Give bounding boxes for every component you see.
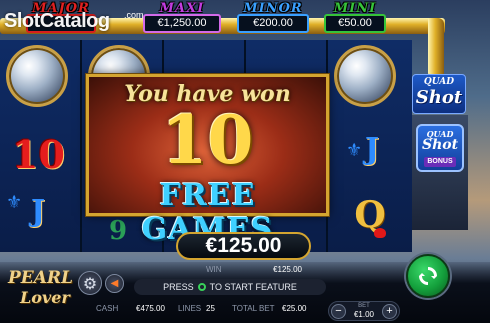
quad-shot-bonus-button[interactable]: QUAD Shot BONUS	[416, 124, 464, 172]
jackpot-minor-value: €200.00	[237, 14, 309, 33]
jackpot-mini-value: €50.00	[324, 14, 386, 33]
quad-shot-bonus-label: BONUS	[424, 157, 456, 167]
watermark-suffix: .com	[124, 10, 144, 20]
cash-label: CASH	[96, 304, 119, 313]
ten-symbol: 10	[12, 132, 65, 177]
free-games-popup: You have won 10 FREE GAMES	[86, 74, 329, 247]
speaker-icon: ◀	[110, 278, 119, 289]
popup-free-games-count: 10	[161, 101, 254, 179]
sound-button[interactable]: ◀	[105, 274, 124, 293]
jackpot-maxi: MAXI €1,250.00	[143, 1, 221, 33]
pearl-symbol	[334, 45, 396, 107]
jackpot-mini: MINI €50.00	[324, 1, 386, 33]
start-feature-prompt[interactable]: PRESS TO START FEATURE	[134, 279, 326, 295]
cash-value: €475.00	[136, 304, 165, 313]
bet-increase-button[interactable]: +	[382, 304, 397, 319]
queen-symbol: Q	[354, 194, 386, 236]
game-logo: PEARL Lover	[6, 264, 78, 312]
jackpot-maxi-value: €1,250.00	[143, 14, 221, 33]
pearl-symbol	[6, 45, 68, 107]
quad-shot-logo-top: QUAD	[423, 77, 455, 87]
start-ring-icon	[197, 283, 206, 291]
quad-shot-logo: QUAD Shot	[412, 74, 466, 114]
win-label: WIN	[206, 265, 222, 274]
lines-label: LINES	[178, 304, 202, 313]
bet-selector: − BET €1.00 +	[328, 301, 400, 321]
total-win-display: €125.00	[176, 232, 311, 260]
jack-symbol: J	[364, 132, 380, 167]
gear-icon: ⚙	[82, 273, 98, 293]
spin-button[interactable]	[406, 254, 450, 298]
press-label: PRESS	[163, 282, 194, 292]
win-value: €125.00	[273, 265, 302, 274]
quad-shot-logo-bottom: Shot	[415, 87, 463, 108]
quad-shot-bonus-middle: Shot	[421, 137, 459, 153]
jackpot-minor: MINOR €200.00	[237, 1, 309, 33]
rose-icon	[374, 228, 386, 238]
jackpot-pipe-bend	[428, 18, 444, 76]
start-feature-label: TO START FEATURE	[209, 282, 297, 292]
total-bet-value: €25.00	[282, 304, 307, 313]
reel-separator	[80, 40, 82, 252]
spin-arrows-icon	[419, 267, 437, 285]
balance-info-row: CASH €475.00 LINES 25 TOTAL BET €25.00	[88, 304, 316, 316]
total-bet-label: TOTAL BET	[232, 304, 275, 313]
win-amount-row: WIN €125.00	[204, 265, 308, 276]
settings-button[interactable]: ⚙	[78, 271, 102, 295]
watermark: SlotCatalog	[4, 10, 110, 32]
jack-symbol: J	[30, 194, 46, 229]
game-logo-line1: PEARL	[8, 268, 74, 288]
game-logo-line2: Lover	[20, 288, 70, 307]
lines-value: 25	[206, 304, 215, 313]
